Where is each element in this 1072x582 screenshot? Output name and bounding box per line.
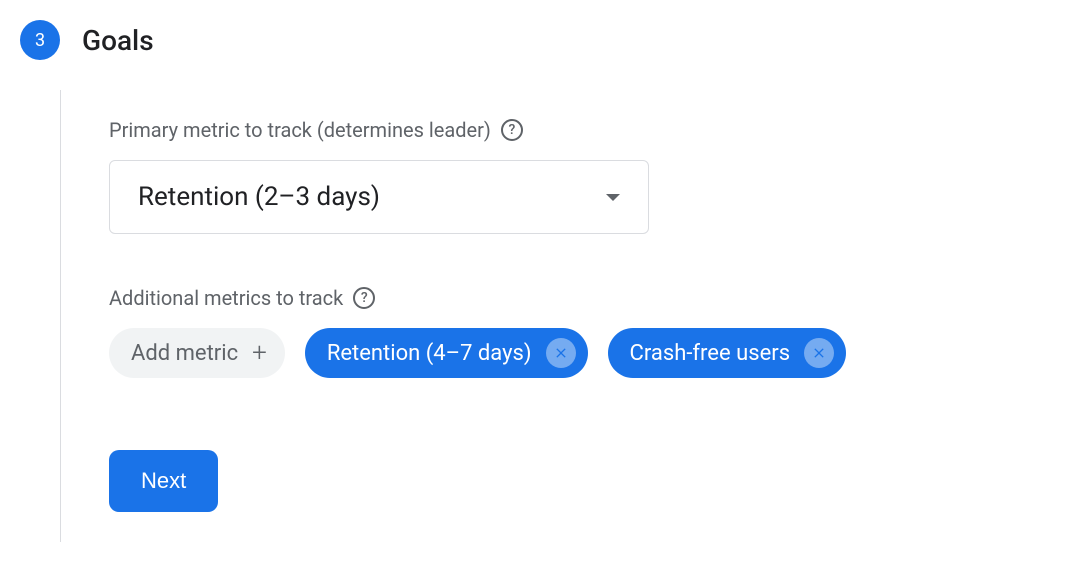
plus-icon: + xyxy=(252,340,267,366)
metric-chip: Crash-free users xyxy=(608,328,847,378)
next-button[interactable]: Next xyxy=(109,450,218,512)
primary-metric-value: Retention (2–3 days) xyxy=(138,182,380,212)
add-metric-label: Add metric xyxy=(131,341,238,366)
step-body: Primary metric to track (determines lead… xyxy=(60,90,1052,542)
help-icon[interactable]: ? xyxy=(501,119,523,141)
step-number-badge: 3 xyxy=(20,20,60,60)
help-icon[interactable]: ? xyxy=(353,287,375,309)
primary-metric-label: Primary metric to track (determines lead… xyxy=(109,118,1052,142)
remove-metric-button[interactable] xyxy=(804,338,834,368)
metrics-chips-row: Add metric + Retention (4–7 days) Crash-… xyxy=(109,328,1052,378)
add-metric-chip[interactable]: Add metric + xyxy=(109,328,285,378)
metric-chip: Retention (4–7 days) xyxy=(305,328,588,378)
metric-chip-label: Retention (4–7 days) xyxy=(327,341,532,366)
additional-metrics-label-text: Additional metrics to track xyxy=(109,286,343,310)
metric-chip-label: Crash-free users xyxy=(630,341,791,366)
primary-metric-label-text: Primary metric to track (determines lead… xyxy=(109,118,491,142)
remove-metric-button[interactable] xyxy=(546,338,576,368)
caret-down-icon xyxy=(606,194,620,201)
close-icon xyxy=(811,345,827,361)
primary-metric-select[interactable]: Retention (2–3 days) xyxy=(109,160,649,234)
close-icon xyxy=(553,345,569,361)
step-header: 3 Goals xyxy=(20,20,1052,60)
additional-metrics-label: Additional metrics to track ? xyxy=(109,286,1052,310)
step-title: Goals xyxy=(82,24,154,57)
